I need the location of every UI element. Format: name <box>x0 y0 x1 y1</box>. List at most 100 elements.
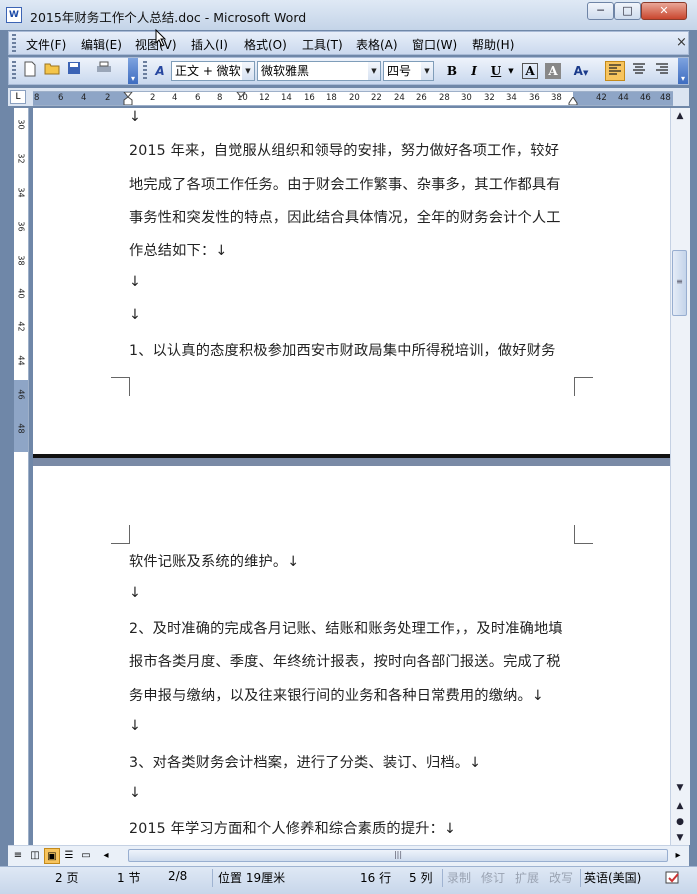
document-paragraph[interactable]: 1、以认真的态度积极参加西安市财政局集中所得税培训，做好财务 <box>129 340 555 360</box>
document-page-1[interactable]: ↓ 2015 年来，自觉服从组织和领导的安排，努力做好各项工作，较好 地完成了各… <box>33 108 670 454</box>
print-icon[interactable] <box>94 61 114 81</box>
menu-window[interactable]: 窗口(W) <box>412 36 457 53</box>
status-extend-selection[interactable]: 扩展 <box>515 869 539 886</box>
outline-view-icon[interactable]: ☰ <box>61 848 77 864</box>
next-page-icon[interactable]: ▼ <box>672 830 688 846</box>
reading-layout-view-icon[interactable]: ▭ <box>78 848 94 864</box>
scroll-up-icon[interactable]: ▲ <box>672 108 688 124</box>
spelling-check-icon[interactable] <box>664 870 682 886</box>
underline-button[interactable]: U <box>486 61 506 81</box>
paragraph-mark[interactable]: ↓ <box>129 718 141 734</box>
paragraph-mark[interactable]: ↓ <box>129 274 141 290</box>
status-language[interactable]: 英语(美国) <box>584 869 641 886</box>
menu-grip-handle[interactable] <box>12 34 16 52</box>
font-size-value: 四号 <box>387 64 412 78</box>
menu-table[interactable]: 表格(A) <box>356 36 398 53</box>
char-border-button[interactable]: A <box>522 63 538 79</box>
horizontal-scroll-thumb[interactable]: ||| <box>128 849 668 862</box>
chevron-down-icon[interactable]: ▼ <box>506 61 516 81</box>
char-shading-button[interactable]: A <box>545 63 561 79</box>
scroll-down-icon[interactable]: ▼ <box>672 780 688 796</box>
document-page-2[interactable]: 软件记账及系统的维护。↓ ↓ 2、及时准确的完成各月记账、结账和账务处理工作，，… <box>33 466 670 845</box>
chevron-down-icon[interactable]: ▼ <box>368 62 380 80</box>
italic-button[interactable]: I <box>464 61 484 81</box>
bold-button[interactable]: B <box>442 61 462 81</box>
document-paragraph[interactable]: 务申报与缴纳，以及往来银行间的业务和各种日常费用的缴纳。↓ <box>129 685 544 705</box>
maximize-button[interactable]: □ <box>614 2 641 20</box>
normal-view-icon[interactable]: ≡ <box>10 848 26 864</box>
toolbar-grip-handle-2[interactable] <box>143 61 147 81</box>
vertical-scrollbar[interactable]: ▲ ≡ ▼ ▲ ● ▼ <box>670 108 690 845</box>
previous-page-icon[interactable]: ▲ <box>672 798 688 814</box>
save-icon[interactable] <box>64 61 84 81</box>
tab-selector[interactable]: L <box>10 90 26 104</box>
print-layout-view-icon[interactable]: ▣ <box>44 848 60 864</box>
minimize-button[interactable]: ─ <box>587 2 614 20</box>
toolbar-grip-handle[interactable] <box>12 61 16 81</box>
ruler-tick: 18 <box>326 93 337 103</box>
document-paragraph[interactable]: 事务性和突发性的特点，因此结合具体情况，全年的财务会计个人工 <box>129 207 561 227</box>
document-paragraph[interactable]: 2、及时准确的完成各月记账、结账和账务处理工作，，及时准确地填 <box>129 618 563 638</box>
first-line-indent-icon[interactable] <box>236 92 246 98</box>
right-indent-icon[interactable] <box>568 97 578 105</box>
paragraph-mark[interactable]: ↓ <box>129 109 141 125</box>
status-bar: 2 页 1 节 2/8 位置 19厘米 16 行 5 列 录制 修订 扩展 改写… <box>0 866 697 894</box>
paragraph-mark[interactable]: ↓ <box>129 785 141 801</box>
menu-bar: 文件(F) 编辑(E) 视图(V) 插入(I) 格式(O) 工具(T) 表格(A… <box>8 31 689 55</box>
ruler-tick: 28 <box>439 93 450 103</box>
align-center-icon[interactable] <box>629 61 649 81</box>
web-layout-view-icon[interactable]: ◫ <box>27 848 43 864</box>
menu-edit[interactable]: 编辑(E) <box>81 36 122 53</box>
ruler-tick: 24 <box>394 93 405 103</box>
status-section: 1 节 <box>117 871 141 885</box>
word-doc-icon[interactable]: W <box>6 7 22 23</box>
ruler-tick: 14 <box>281 93 292 103</box>
formatting-toolbar: ▾ A 正文 + 微软 ▼ 微软雅黑 ▼ 四号 ▼ B I U ▼ A A A▼… <box>8 57 689 85</box>
paragraph-mark[interactable]: ↓ <box>129 307 141 323</box>
toolbar-options-chevron-icon[interactable]: ▾ <box>128 58 138 84</box>
close-document-button[interactable]: × <box>676 35 687 50</box>
align-right-icon[interactable] <box>652 61 672 81</box>
status-track-changes[interactable]: 修订 <box>481 869 505 886</box>
align-left-icon[interactable] <box>605 61 625 81</box>
menu-format[interactable]: 格式(O) <box>244 36 287 53</box>
scale-text-icon[interactable]: A▼ <box>567 61 595 81</box>
chevron-down-icon[interactable]: ▼ <box>242 62 254 80</box>
document-paragraph[interactable]: 软件记账及系统的维护。↓ <box>129 551 299 571</box>
ruler-tick: 8 <box>34 93 40 103</box>
select-browse-object-icon[interactable]: ● <box>672 814 688 830</box>
document-area[interactable]: ↓ 2015 年来，自觉服从组织和领导的安排，努力做好各项工作，较好 地完成了各… <box>33 108 670 845</box>
document-paragraph[interactable]: 2015 年来，自觉服从组织和领导的安排，努力做好各项工作，较好 <box>129 140 559 160</box>
vertical-scroll-thumb[interactable]: ≡ <box>672 250 687 316</box>
paragraph-mark[interactable]: ↓ <box>129 585 141 601</box>
horizontal-ruler[interactable]: 8 6 4 2 2 4 6 8 10 12 14 16 18 20 22 24 … <box>33 91 673 106</box>
menu-file[interactable]: 文件(F) <box>26 36 66 53</box>
document-paragraph[interactable]: 2015 年学习方面和个人修养和综合素质的提升：↓ <box>129 818 456 838</box>
ruler-tick: 22 <box>371 93 382 103</box>
font-size-select[interactable]: 四号 ▼ <box>383 61 434 81</box>
menu-help[interactable]: 帮助(H) <box>472 36 514 53</box>
document-paragraph[interactable]: 地完成了各项工作任务。由于财会工作繁事、杂事多，其工作都具有 <box>129 174 561 194</box>
close-button[interactable]: ✕ <box>641 2 687 20</box>
indent-marker-icon[interactable] <box>123 92 133 105</box>
status-line: 16 行 <box>360 871 392 885</box>
scroll-left-icon[interactable]: ◂ <box>98 848 114 864</box>
style-select[interactable]: 正文 + 微软 ▼ <box>171 61 255 81</box>
status-overtype[interactable]: 改写 <box>549 869 573 886</box>
vertical-ruler[interactable]: 30 32 34 36 38 40 42 44 46 48 <box>14 108 29 845</box>
toolbar-options-chevron-icon-2[interactable]: ▾ <box>678 58 688 84</box>
document-paragraph[interactable]: 3、对各类财务会计档案，进行了分类、装订、归档。↓ <box>129 752 481 772</box>
menu-tools[interactable]: 工具(T) <box>302 36 343 53</box>
chevron-down-icon[interactable]: ▼ <box>421 62 433 80</box>
document-paragraph[interactable]: 作总结如下：↓ <box>129 240 227 260</box>
horizontal-scroll-bar[interactable]: ≡ ◫ ▣ ☰ ▭ ◂ ||| ▸ <box>8 845 689 866</box>
new-document-icon[interactable] <box>20 61 40 81</box>
document-paragraph[interactable]: 报市各类月度、季度、年终统计报表，按时向各部门报送。完成了税 <box>129 651 561 671</box>
font-select[interactable]: 微软雅黑 ▼ <box>257 61 381 81</box>
scroll-right-icon[interactable]: ▸ <box>670 848 686 864</box>
status-record-macro[interactable]: 录制 <box>447 869 471 886</box>
ruler-tick: 42 <box>16 321 26 332</box>
open-folder-icon[interactable] <box>42 61 62 81</box>
menu-insert[interactable]: 插入(I) <box>191 36 228 53</box>
styles-pane-icon[interactable]: A <box>150 61 170 81</box>
